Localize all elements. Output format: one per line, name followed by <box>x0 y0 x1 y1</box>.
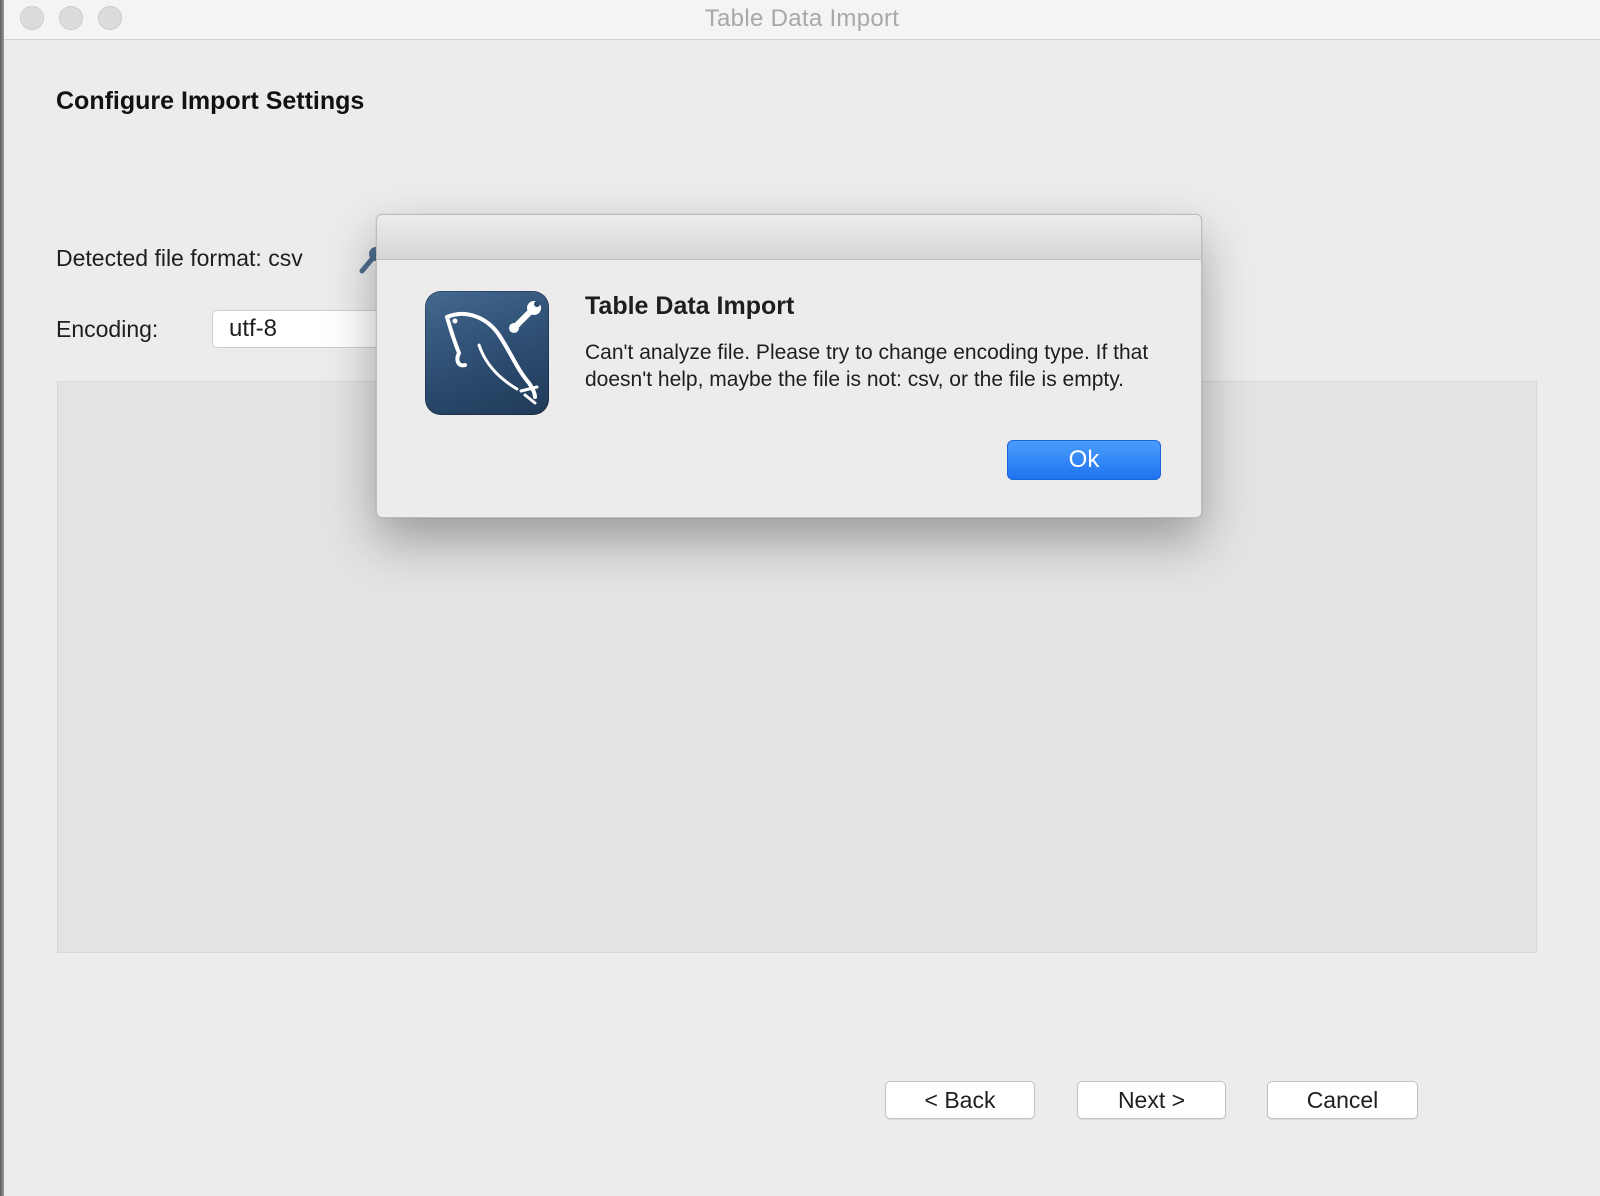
dolphin-icon <box>445 301 541 405</box>
wrench-badge-icon <box>509 301 541 333</box>
page-title: Configure Import Settings <box>56 87 365 115</box>
detected-format-label: Detected file format: csv <box>56 245 303 271</box>
next-button[interactable]: Next > <box>1077 1081 1226 1119</box>
back-button[interactable]: < Back <box>885 1081 1035 1119</box>
ok-button[interactable]: Ok <box>1007 440 1161 480</box>
dialog-title-bar <box>377 215 1201 260</box>
dialog-message: Can't analyze file. Please try to change… <box>585 341 1149 391</box>
encoding-label: Encoding: <box>56 316 159 342</box>
import-wizard-window: Table Data Import Configure Import Setti… <box>4 0 1600 1196</box>
window-title: Table Data Import <box>704 5 900 32</box>
error-dialog: Table Data Import Can't analyze file. Pl… <box>376 214 1202 518</box>
mysql-workbench-dolphin-icon <box>425 291 549 415</box>
title-bar: Table Data Import <box>4 0 1600 40</box>
cancel-button[interactable]: Cancel <box>1267 1081 1418 1119</box>
dialog-title: Table Data Import <box>585 292 795 320</box>
